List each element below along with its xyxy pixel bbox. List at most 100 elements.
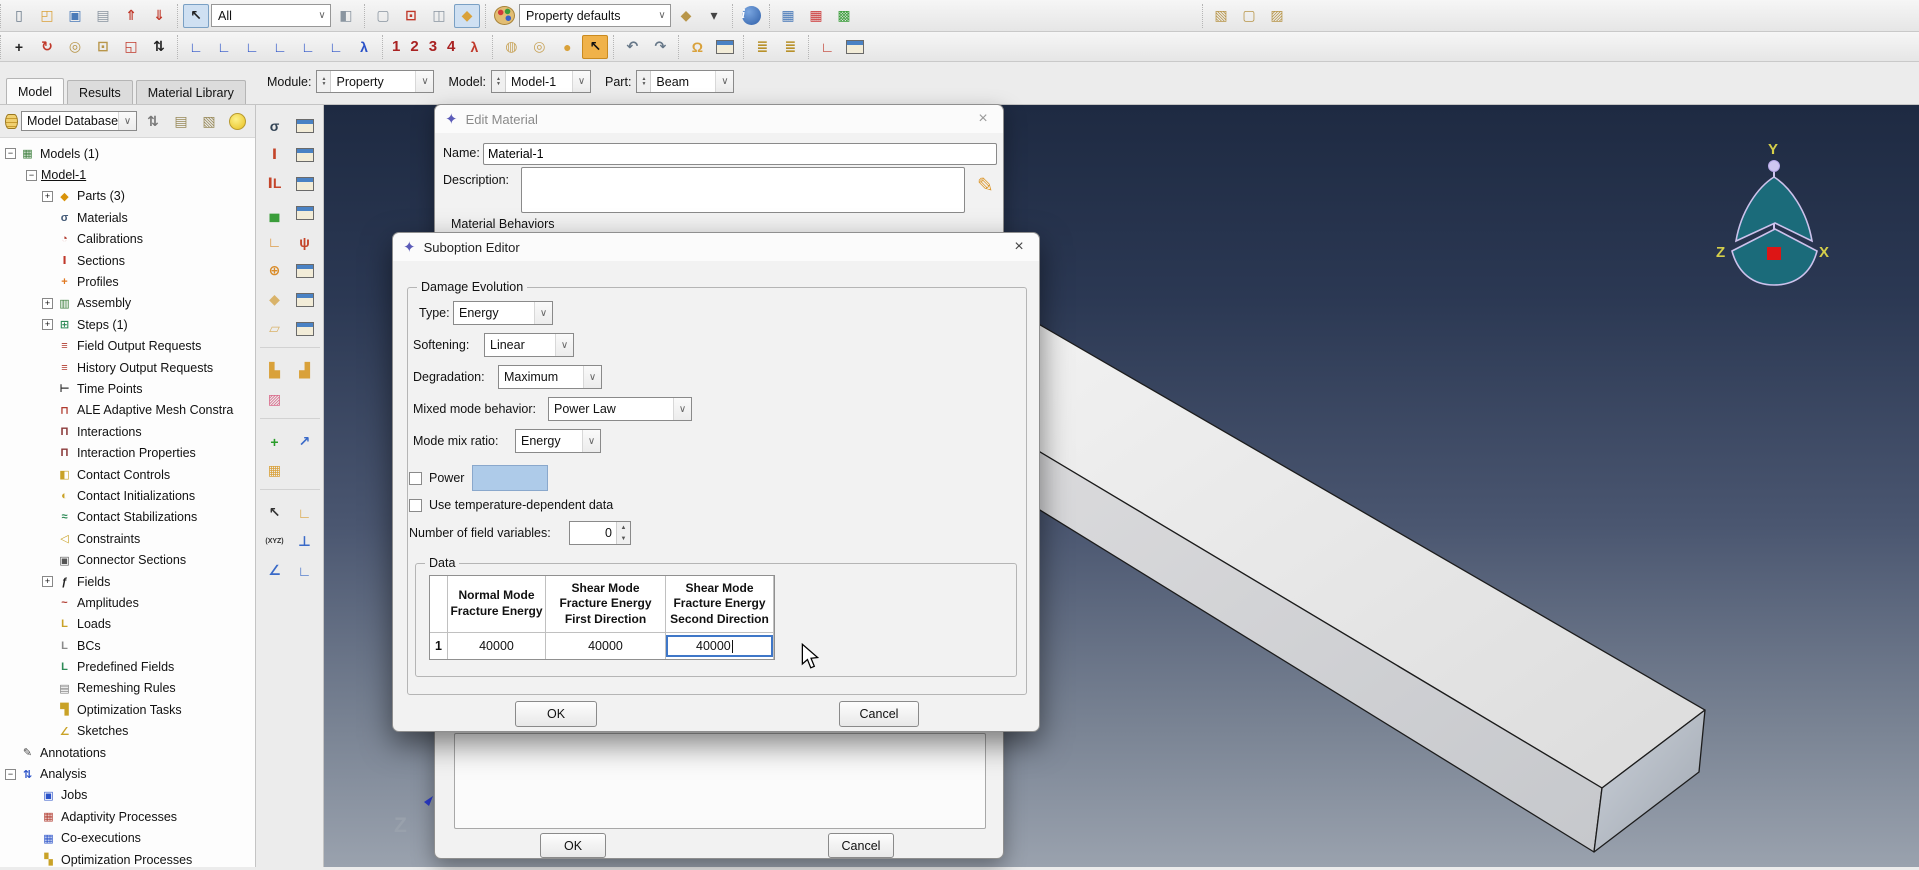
selection-scope-combo[interactable]: All ∨ xyxy=(211,4,331,27)
degradation-combo[interactable]: Maximum ∨ xyxy=(498,365,602,389)
power-value-field[interactable] xyxy=(472,465,548,491)
view-right-button[interactable]: ∟ xyxy=(323,35,349,59)
suboption-titlebar[interactable]: ✦ Suboption Editor xyxy=(393,233,1039,261)
tree-item-materials[interactable]: σ Materials xyxy=(0,207,255,228)
query-info-button[interactable]: Ω xyxy=(684,35,710,59)
tree-item-analysis[interactable]: − ⇅ Analysis xyxy=(0,763,255,784)
wire-cube-button[interactable]: ▢ xyxy=(370,4,396,28)
translucency-button[interactable]: ◫ xyxy=(426,4,452,28)
chevron-down-icon[interactable]: ∨ xyxy=(534,302,552,324)
power-checkbox[interactable] xyxy=(409,472,422,485)
tree-item-assembly[interactable]: + ▥ Assembly xyxy=(0,293,255,314)
undo-button[interactable]: ↶ xyxy=(619,35,645,59)
view-top-button[interactable]: ∟ xyxy=(239,35,265,59)
chevron-down-icon[interactable]: ∨ xyxy=(555,334,573,356)
spinner-icon[interactable]: ▲ ▼ xyxy=(317,71,332,92)
tree-item-constraints[interactable]: ◁ Constraints xyxy=(0,528,255,549)
view-compass[interactable]: Y Z X xyxy=(1716,141,1829,286)
tree-item-field-output-requests[interactable]: ≡ Field Output Requests xyxy=(0,336,255,357)
shaded-render-button[interactable]: ● xyxy=(554,35,580,59)
corner-tool-button[interactable]: ∟ xyxy=(814,35,840,59)
field-variables-stepper[interactable]: 0 ▲ ▼ xyxy=(569,521,631,545)
pack-database-button[interactable]: ⇑ xyxy=(118,4,144,28)
corner-manager-button[interactable] xyxy=(842,35,868,59)
tree-item-ale-adaptive-mesh-constra[interactable]: ⊓ ALE Adaptive Mesh Constra xyxy=(0,400,255,421)
saved-view-1-button[interactable]: 1 xyxy=(388,38,404,55)
maximize-viewport-button[interactable]: ▨ xyxy=(1264,4,1290,28)
custom-view-button[interactable]: λ xyxy=(461,35,487,59)
suboption-ok-button[interactable]: OK xyxy=(515,701,597,727)
create-skin-tool[interactable]: ◆ xyxy=(260,285,290,314)
tree-item-sketches[interactable]: ∠ Sketches xyxy=(0,721,255,742)
color-code-cube-button[interactable]: ◆ xyxy=(673,4,699,28)
tab-results[interactable]: Results xyxy=(67,80,133,104)
tree-parent-folder-button[interactable]: ▤ xyxy=(168,109,194,133)
edit-material-ok-button[interactable]: OK xyxy=(540,833,606,858)
pan-view-button[interactable]: + xyxy=(6,35,32,59)
spin-down-icon[interactable]: ▼ xyxy=(617,533,630,544)
tree-item-optimization-tasks[interactable]: ▜ Optimization Tasks xyxy=(0,699,255,720)
material-name-input[interactable] xyxy=(483,143,997,165)
chevron-down-icon[interactable]: ∨ xyxy=(582,430,600,452)
tree-item-adaptivity-processes[interactable]: ▦ Adaptivity Processes xyxy=(0,806,255,827)
chevron-down-icon[interactable]: ∨ xyxy=(654,10,670,21)
section-manager-tool[interactable] xyxy=(290,140,320,169)
tree-item-contact-controls[interactable]: ◧ Contact Controls xyxy=(0,464,255,485)
color-palette-button[interactable] xyxy=(491,4,517,28)
tree-item-predefined-fields[interactable]: L Predefined Fields xyxy=(0,656,255,677)
tree-item-steps-1[interactable]: + ⊞ Steps (1) xyxy=(0,314,255,335)
spinner-icon[interactable]: ▲ ▼ xyxy=(492,71,507,92)
assign-material-orientation-tool[interactable]: ψ xyxy=(290,227,320,256)
mode-mix-ratio-combo[interactable]: Energy ∨ xyxy=(515,429,601,453)
info-button[interactable]: i xyxy=(738,4,764,28)
datum-grid-tool[interactable]: ▦ xyxy=(260,456,290,485)
tree-item-loads[interactable]: L Loads xyxy=(0,614,255,635)
row-number-cell[interactable]: 1 xyxy=(430,633,448,659)
material-manager-tool[interactable] xyxy=(290,111,320,140)
data-cell-0[interactable]: 40000 xyxy=(448,633,546,659)
auto-fit-view-button[interactable]: ◱ xyxy=(118,35,144,59)
collapse-toggle[interactable]: − xyxy=(5,148,16,160)
suboption-cancel-button[interactable]: Cancel xyxy=(839,701,919,727)
tree-item-bcs[interactable]: L BCs xyxy=(0,635,255,656)
create-datum-axis-tool[interactable]: ↗ xyxy=(290,427,320,456)
mixed-mode-behavior-combo[interactable]: Power Law ∨ xyxy=(548,397,692,421)
tree-spin-button[interactable]: ⇅ xyxy=(140,109,166,133)
create-stringer-tool[interactable]: ▱ xyxy=(260,314,290,343)
data-cell-editor[interactable]: 40000 xyxy=(666,635,773,657)
section-assignment-manager-tool[interactable] xyxy=(290,169,320,198)
chevron-down-icon[interactable]: ∨ xyxy=(583,366,601,388)
softening-combo[interactable]: Linear ∨ xyxy=(484,333,574,357)
create-reference-point-tool[interactable]: (XYZ) xyxy=(260,527,290,556)
saved-view-3-button[interactable]: 3 xyxy=(425,38,441,55)
tile-viewports-button[interactable]: ▢ xyxy=(1236,4,1262,28)
create-datum-tool[interactable]: + xyxy=(260,427,290,456)
tree-item-jobs[interactable]: ▣ Jobs xyxy=(0,785,255,806)
view-bottom-button[interactable]: ∟ xyxy=(267,35,293,59)
collapse-toggle[interactable]: − xyxy=(5,768,16,780)
wireframe-render-button[interactable]: ◍ xyxy=(498,35,524,59)
expand-toggle[interactable]: + xyxy=(42,190,53,202)
spinner-icon[interactable]: ▲ ▼ xyxy=(637,71,652,92)
layers-display-button[interactable]: ▩ xyxy=(831,4,857,28)
chevron-down-icon[interactable]: ∨ xyxy=(314,10,330,21)
collapse-toggle[interactable]: − xyxy=(26,169,37,181)
profile-manager-tool[interactable] xyxy=(290,256,320,285)
description-textarea[interactable] xyxy=(521,167,965,213)
select-tool-button[interactable]: ↖ xyxy=(183,3,209,28)
tree-item-parts-3[interactable]: + ◆ Parts (3) xyxy=(0,186,255,207)
close-icon[interactable]: × xyxy=(1009,237,1029,257)
tree-item-time-points[interactable]: ⊢ Time Points xyxy=(0,378,255,399)
tree-item-fields[interactable]: + ƒ Fields xyxy=(0,571,255,592)
chevron-down-icon[interactable]: ∨ xyxy=(118,112,136,130)
delete-feature-tool[interactable]: ▨ xyxy=(260,385,290,414)
type-combo[interactable]: Energy ∨ xyxy=(453,301,553,325)
create-viewport-button[interactable]: ▧ xyxy=(1208,4,1234,28)
tree-item-contact-initializations[interactable]: ◐ Contact Initializations xyxy=(0,485,255,506)
chevron-down-icon[interactable]: ∨ xyxy=(673,398,691,420)
box-zoom-button[interactable]: ⊡ xyxy=(90,35,116,59)
tree-item-sections[interactable]: Ⅰ Sections xyxy=(0,250,255,271)
chevron-down-icon[interactable]: ∨ xyxy=(715,71,734,92)
tree-item-models-1[interactable]: − ▦ Models (1) xyxy=(0,143,255,164)
partition-cell-tool[interactable]: ▙ xyxy=(260,356,290,385)
